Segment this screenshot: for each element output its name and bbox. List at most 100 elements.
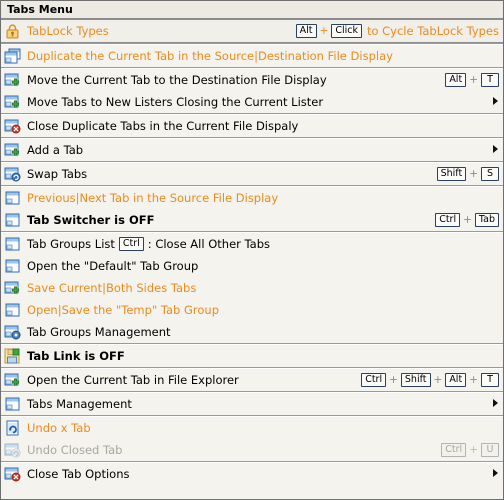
key-badge: Shift xyxy=(400,373,431,387)
plus-separator: + xyxy=(389,374,398,386)
shortcut-hint-text: to Cycle TabLock Types xyxy=(366,24,499,38)
shortcut-keys: Ctrl + Shift + Alt + T xyxy=(361,373,499,387)
menu-item-label: Close Duplicate Tabs in the Current File… xyxy=(27,119,499,133)
menu-item-label-text: TabLock Types xyxy=(27,24,109,38)
window-add-icon xyxy=(4,280,21,296)
submenu-arrow-icon xyxy=(491,469,499,479)
menu-item-open-current-tab-file-explorer[interactable]: Open the Current Tab in File Explorer Ctr… xyxy=(1,369,503,391)
shortcut-keys: Ctrl + U xyxy=(441,443,499,457)
key-badge: Ctrl xyxy=(435,213,461,227)
window-add-icon xyxy=(4,94,21,110)
shortcut-keys: Shift + S xyxy=(436,167,499,181)
menu-item-tablock-types[interactable]: TabLock Types Alt + Click to Cycle TabLock T… xyxy=(1,19,503,43)
menu-item-undo-closed-tab: Undo Closed Tab Ctrl + U xyxy=(1,439,503,461)
plus-separator: + xyxy=(469,74,478,86)
menu-item-label-text: Tab Groups List xyxy=(27,237,115,251)
menu-item-tab-link-toggle[interactable]: Tab Link is OFF xyxy=(1,345,503,367)
menu-item-duplicate-current-tab[interactable]: Duplicate the Current Tab in the Source|… xyxy=(1,45,503,67)
menu-item-open-save-temp-tab-group[interactable]: Open|Save the "Temp" Tab Group xyxy=(1,299,503,321)
menu-item-label-text: Move Tabs to New Listers Closing the Cur… xyxy=(27,95,324,109)
menu-item-open-default-tab-group[interactable]: Open the "Default" Tab Group xyxy=(1,255,503,277)
plus-separator: + xyxy=(433,374,443,386)
key-badge: S xyxy=(481,167,499,181)
menu-item-undo-x-tab[interactable]: Undo x Tab xyxy=(1,417,503,439)
menu-item-tab-groups-management[interactable]: Tab Groups Management xyxy=(1,321,503,343)
window-icon xyxy=(4,302,21,318)
menu-item-label: Close Tab Options xyxy=(27,467,485,481)
menu-item-label-text: Duplicate the Current Tab in the Source|… xyxy=(27,49,393,63)
shortcut-keys: Alt + T xyxy=(445,73,499,87)
menu-item-previous-next-tab[interactable]: Previous|Next Tab in the Source File Dis… xyxy=(1,187,503,209)
menu-item-label: Tab Groups Management xyxy=(27,325,499,339)
menu-item-label-text: Previous|Next Tab in the Source File Dis… xyxy=(27,191,279,205)
key-badge: Shift xyxy=(436,167,467,181)
window-add-icon xyxy=(4,142,21,158)
window-close-icon xyxy=(4,118,21,134)
window-icon xyxy=(4,190,21,206)
menu-item-label-text: Tab Switcher is OFF xyxy=(27,213,155,227)
shortcut-keys: Ctrl + Tab xyxy=(435,213,499,227)
menu-item-label: Open the Current Tab in File Explorer xyxy=(27,373,355,387)
submenu-arrow-icon xyxy=(491,97,499,107)
window-icon xyxy=(4,236,21,252)
menu-item-label: Save Current|Both Sides Tabs xyxy=(27,281,499,295)
key-badge: T xyxy=(481,373,499,387)
menu-item-label-text: Tabs Management xyxy=(27,397,132,411)
menu-item-label: Open the "Default" Tab Group xyxy=(27,259,499,273)
undo-page-icon xyxy=(4,420,21,436)
menu-item-label: Previous|Next Tab in the Source File Dis… xyxy=(27,191,499,205)
tabs-menu-window: Tabs Menu TabLock Types Alt + Click to Cycle… xyxy=(0,0,504,500)
menu-item-label: Undo Closed Tab xyxy=(27,443,435,457)
menu-item-label-text: Add a Tab xyxy=(27,143,84,157)
submenu-arrow-icon xyxy=(491,145,499,155)
menu-item-move-tabs-new-listers[interactable]: Move Tabs to New Listers Closing the Cur… xyxy=(1,91,503,113)
menu-item-label-text: Save Current|Both Sides Tabs xyxy=(27,281,197,295)
menu-item-label-text: Undo x Tab xyxy=(27,421,91,435)
key-badge: Alt xyxy=(445,373,467,387)
menu-item-label-text: Undo Closed Tab xyxy=(27,443,123,457)
menu-item-label-text: Swap Tabs xyxy=(27,167,88,181)
key-badge: Alt xyxy=(445,73,467,87)
menu-item-save-current-both-sides-tabs[interactable]: Save Current|Both Sides Tabs xyxy=(1,277,503,299)
menu-item-swap-tabs[interactable]: Swap Tabs Shift + S xyxy=(1,163,503,185)
menu-item-tabs-management[interactable]: Tabs Management xyxy=(1,393,503,415)
window-add-icon xyxy=(4,72,21,88)
plus-separator: + xyxy=(463,214,472,226)
menu-item-move-current-tab-destination[interactable]: Move the Current Tab to the Destination … xyxy=(1,69,503,91)
menu-item-label: Swap Tabs xyxy=(27,167,431,181)
key-badge: Alt xyxy=(295,24,317,38)
window-close-icon xyxy=(4,466,21,482)
menu-item-label-text-after: : Close All Other Tabs xyxy=(147,237,270,251)
plus-separator: + xyxy=(469,444,478,456)
menu-item-label: Tab Link is OFF xyxy=(27,349,499,363)
menu-item-label: Tab Groups List Ctrl: Close All Other Tab… xyxy=(27,237,499,251)
plus-separator: + xyxy=(469,374,478,386)
menu-item-label: Add a Tab xyxy=(27,143,485,157)
menu-item-label-text: Close Duplicate Tabs in the Current File… xyxy=(27,119,299,133)
menu-item-close-duplicate-tabs[interactable]: Close Duplicate Tabs in the Current File… xyxy=(1,115,503,137)
shortcut-keys: Alt + Click xyxy=(295,24,362,38)
menu-item-list: TabLock Types Alt + Click to Cycle TabLock T… xyxy=(1,19,503,499)
key-badge: Click xyxy=(331,24,362,38)
menu-item-label-text: Open the Current Tab in File Explorer xyxy=(27,373,239,387)
menu-item-label-text: Open|Save the "Temp" Tab Group xyxy=(27,303,220,317)
window-icon xyxy=(4,396,21,412)
menu-item-label-text: Close Tab Options xyxy=(27,467,130,481)
menu-item-tab-groups-list[interactable]: Tab Groups List Ctrl: Close All Other Tab… xyxy=(1,233,503,255)
window-icon xyxy=(4,212,21,228)
menu-item-label: Tabs Management xyxy=(27,397,485,411)
menu-item-label: Tab Switcher is OFF xyxy=(27,213,429,227)
key-badge: Tab xyxy=(474,213,499,227)
menu-item-add-a-tab[interactable]: Add a Tab xyxy=(1,139,503,161)
inline-key-badge: Ctrl xyxy=(118,237,144,251)
submenu-arrow-icon xyxy=(491,399,499,409)
menu-item-tab-switcher-toggle[interactable]: Tab Switcher is OFF Ctrl + Tab xyxy=(1,209,503,231)
key-badge: U xyxy=(481,443,499,457)
menu-item-label-text: Tab Link is OFF xyxy=(27,349,125,363)
menu-item-label: Undo x Tab xyxy=(27,421,499,435)
window-undo-icon xyxy=(4,442,21,458)
plus-separator: + xyxy=(469,168,478,180)
menu-title: Tabs Menu xyxy=(1,1,503,19)
key-badge: Ctrl xyxy=(361,373,387,387)
menu-item-close-tab-options[interactable]: Close Tab Options xyxy=(1,463,503,485)
